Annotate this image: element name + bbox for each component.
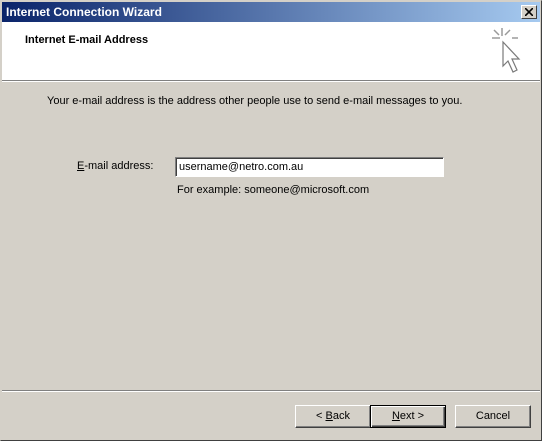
wizard-window: Internet Connection Wizard Internet E-ma…: [0, 0, 542, 441]
back-rest: ack: [332, 410, 350, 422]
back-mnemonic: B: [325, 410, 333, 422]
wizard-wand-cursor-icon: [492, 28, 521, 73]
title-bar[interactable]: Internet Connection Wizard: [2, 2, 540, 22]
example-text: For example: someone@microsoft.com: [177, 184, 370, 196]
email-field[interactable]: [175, 157, 444, 177]
wizard-header: Internet E-mail Address: [2, 22, 540, 80]
email-label-rest: -mail address:: [84, 160, 154, 172]
next-mnemonic: N: [391, 410, 400, 422]
next-button[interactable]: Next >: [370, 405, 446, 428]
email-label: E-mail address:: [77, 160, 153, 172]
back-prefix: <: [316, 410, 326, 422]
close-button[interactable]: [521, 5, 537, 19]
window-title: Internet Connection Wizard: [6, 5, 162, 19]
cancel-button[interactable]: Cancel: [455, 405, 531, 428]
close-icon: [525, 8, 533, 16]
header-divider-highlight: [2, 81, 540, 82]
intro-text: Your e-mail address is the address other…: [47, 95, 463, 107]
next-rest: ext >: [399, 410, 425, 422]
back-button[interactable]: < Back: [295, 405, 371, 428]
page-title: Internet E-mail Address: [25, 34, 149, 46]
footer-divider-highlight: [2, 391, 540, 392]
